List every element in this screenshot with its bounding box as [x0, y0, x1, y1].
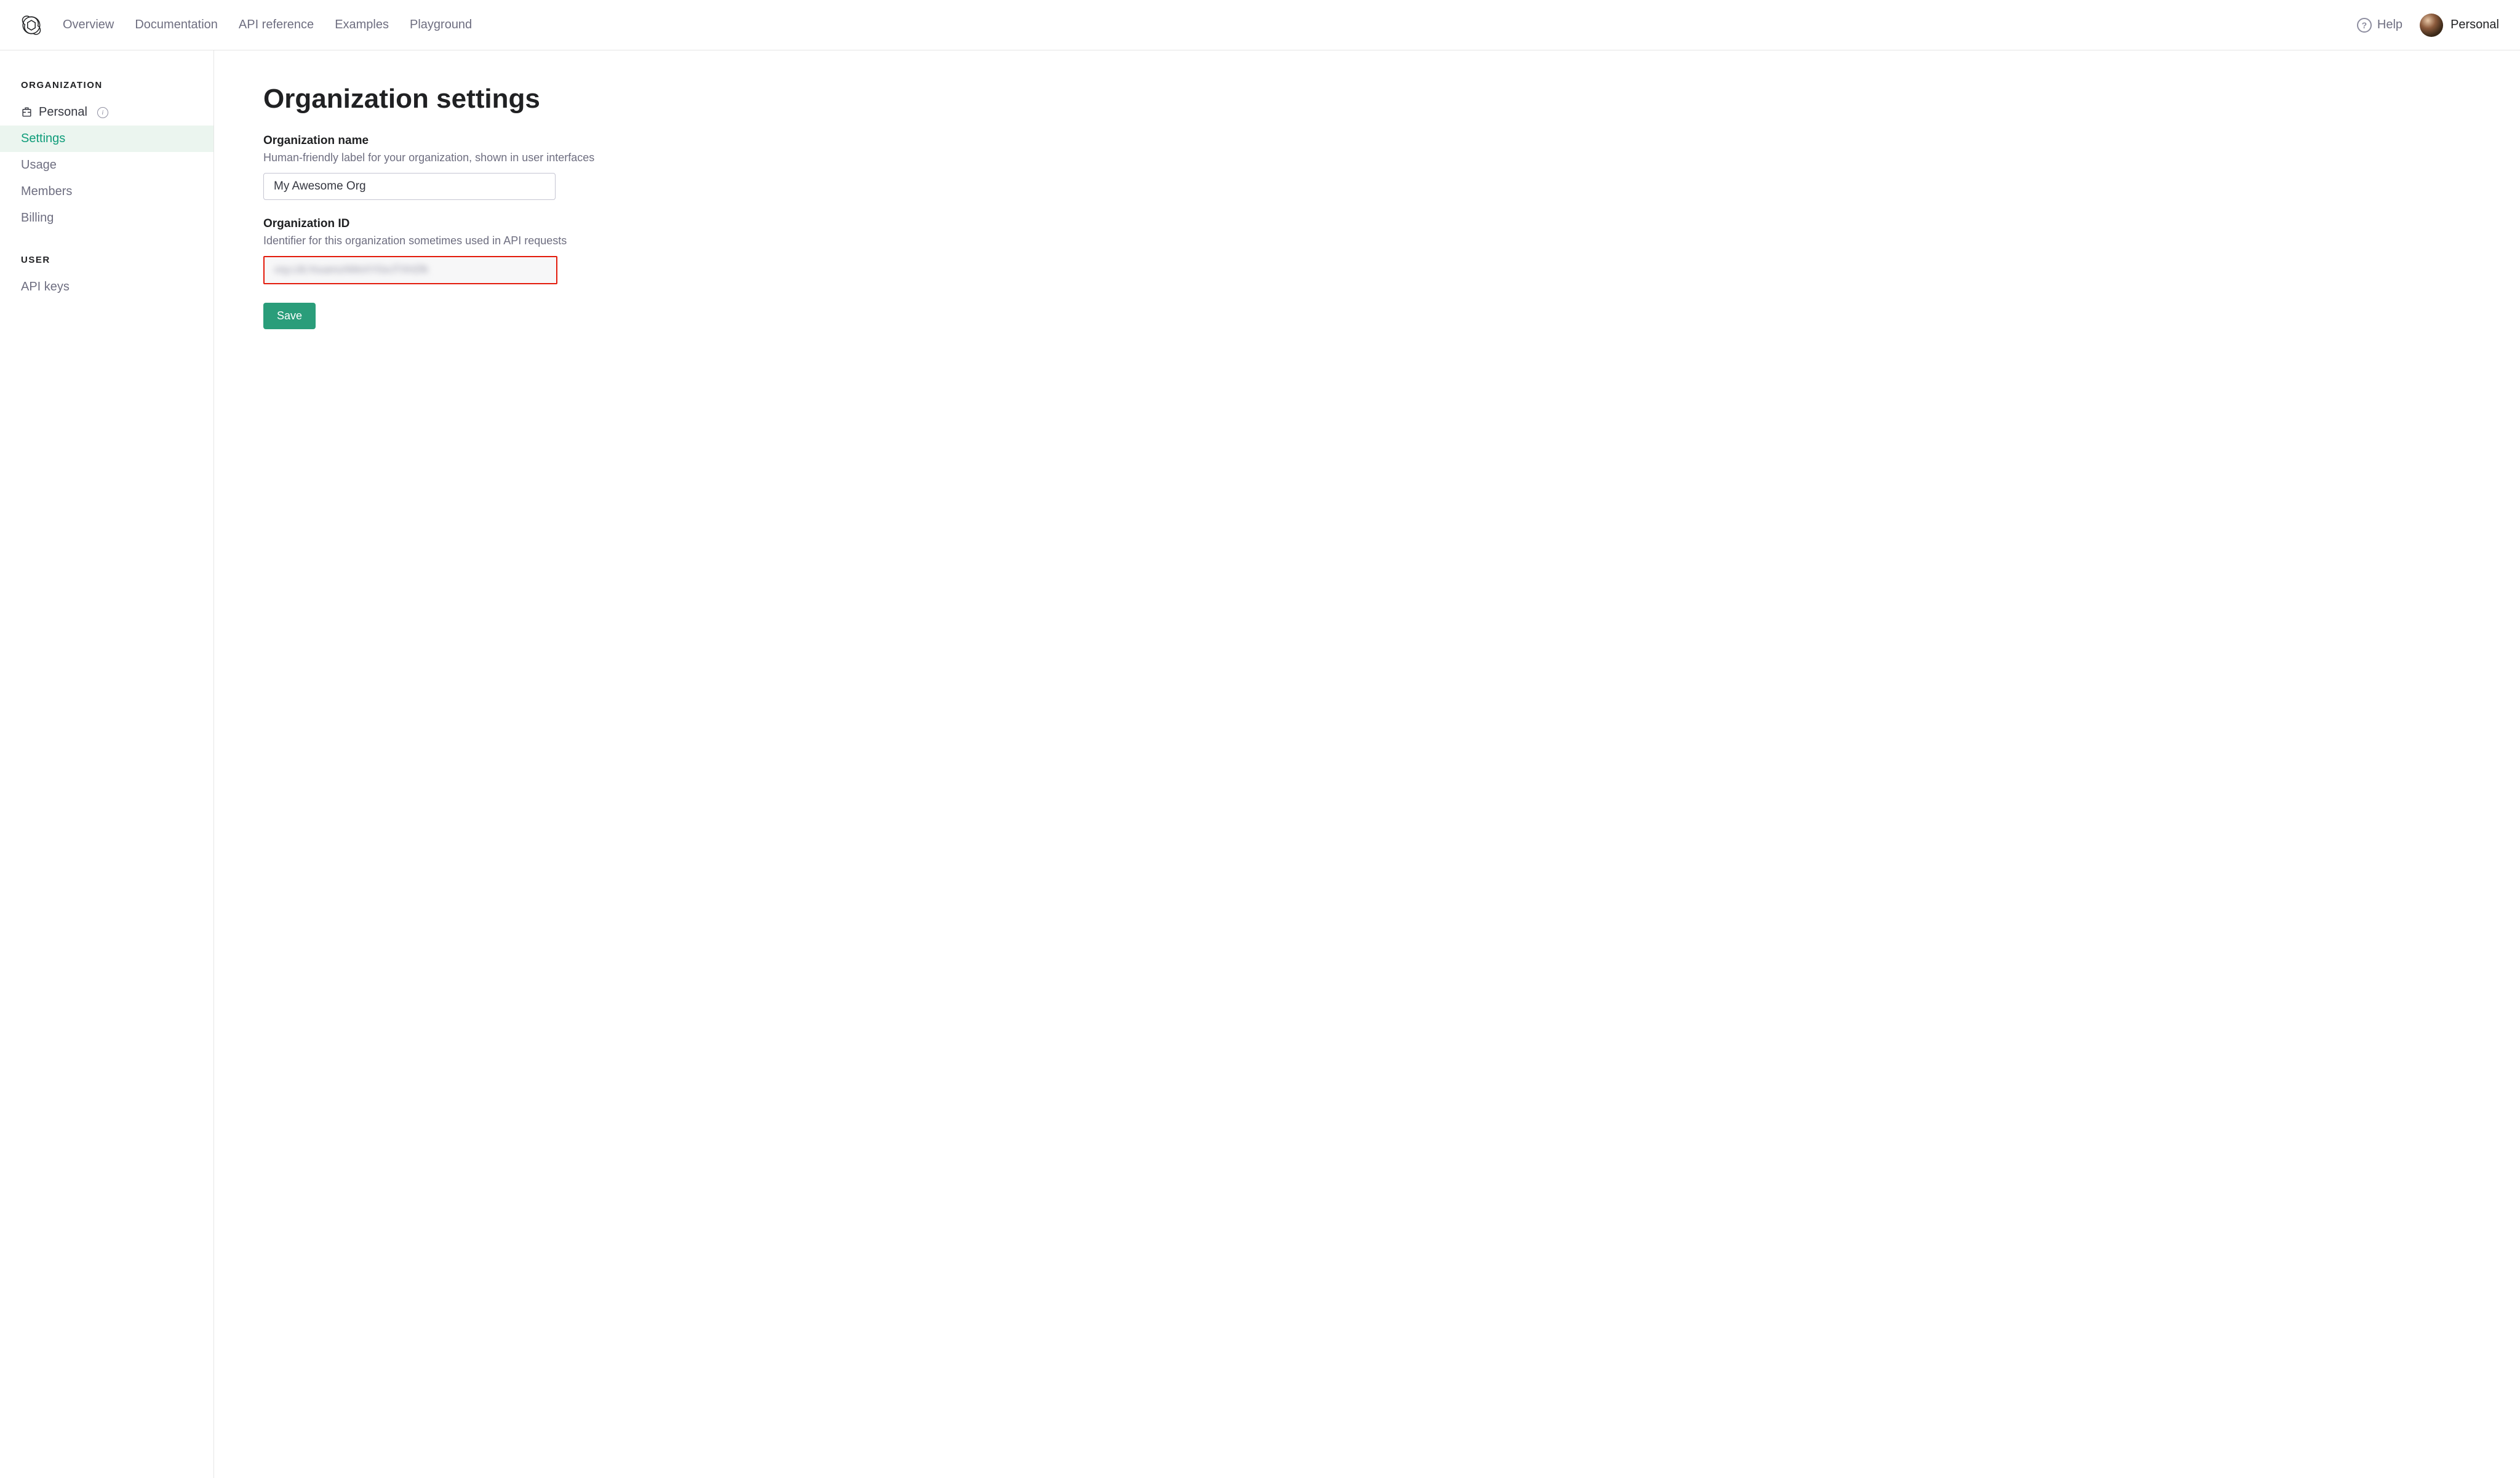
sidebar: ORGANIZATION Personal i Settings [0, 50, 214, 1478]
sidebar-item-label: Members [21, 185, 72, 199]
sidebar-item-api-keys[interactable]: API keys [0, 274, 213, 300]
sidebar-user-section: USER API keys [0, 255, 213, 300]
sidebar-item-billing[interactable]: Billing [0, 205, 213, 231]
top-nav-left: Overview Documentation API reference Exa… [21, 15, 472, 36]
nav-playground[interactable]: Playground [410, 18, 472, 32]
sidebar-item-label: API keys [21, 280, 70, 294]
building-icon [21, 106, 33, 118]
sidebar-org-section: ORGANIZATION Personal i Settings [0, 80, 213, 231]
main-content: Organization settings Organization name … [214, 50, 829, 1478]
org-id-value: org-L8LYouamzAWeXYGeJTXHZfk [274, 265, 428, 276]
org-name-input[interactable] [263, 173, 556, 200]
openai-logo[interactable] [21, 15, 42, 36]
sidebar-org-name-label: Personal [39, 105, 87, 119]
nav-overview[interactable]: Overview [63, 18, 114, 32]
sidebar-item-label: Billing [21, 211, 54, 225]
org-name-help: Human-friendly label for your organizati… [263, 151, 780, 164]
sidebar-item-label: Usage [21, 158, 57, 172]
page-title: Organization settings [263, 84, 780, 114]
top-nav: Overview Documentation API reference Exa… [0, 0, 2520, 50]
sidebar-item-usage[interactable]: Usage [0, 152, 213, 178]
sidebar-org-name[interactable]: Personal i [0, 99, 213, 126]
nav-documentation[interactable]: Documentation [135, 18, 218, 32]
org-id-box: org-L8LYouamzAWeXYGeJTXHZfk [263, 256, 557, 284]
help-label: Help [2377, 18, 2402, 32]
org-name-label: Organization name [263, 134, 780, 148]
help-button[interactable]: ? Help [2357, 18, 2402, 33]
help-icon: ? [2357, 18, 2372, 33]
sidebar-item-members[interactable]: Members [0, 178, 213, 205]
org-id-label: Organization ID [263, 217, 780, 231]
avatar [2420, 14, 2443, 37]
info-icon: i [97, 107, 108, 118]
layout: ORGANIZATION Personal i Settings [0, 50, 2520, 1478]
sidebar-item-label: Settings [21, 132, 65, 146]
account-menu[interactable]: Personal [2420, 14, 2499, 37]
nav-api-reference[interactable]: API reference [239, 18, 314, 32]
save-button[interactable]: Save [263, 303, 316, 329]
org-id-help: Identifier for this organization sometim… [263, 234, 780, 247]
sidebar-user-heading: USER [0, 255, 213, 274]
nav-examples[interactable]: Examples [335, 18, 389, 32]
account-name: Personal [2450, 18, 2499, 32]
sidebar-org-heading: ORGANIZATION [0, 80, 213, 99]
top-nav-right: ? Help Personal [2357, 14, 2499, 37]
sidebar-item-settings[interactable]: Settings [0, 126, 213, 152]
